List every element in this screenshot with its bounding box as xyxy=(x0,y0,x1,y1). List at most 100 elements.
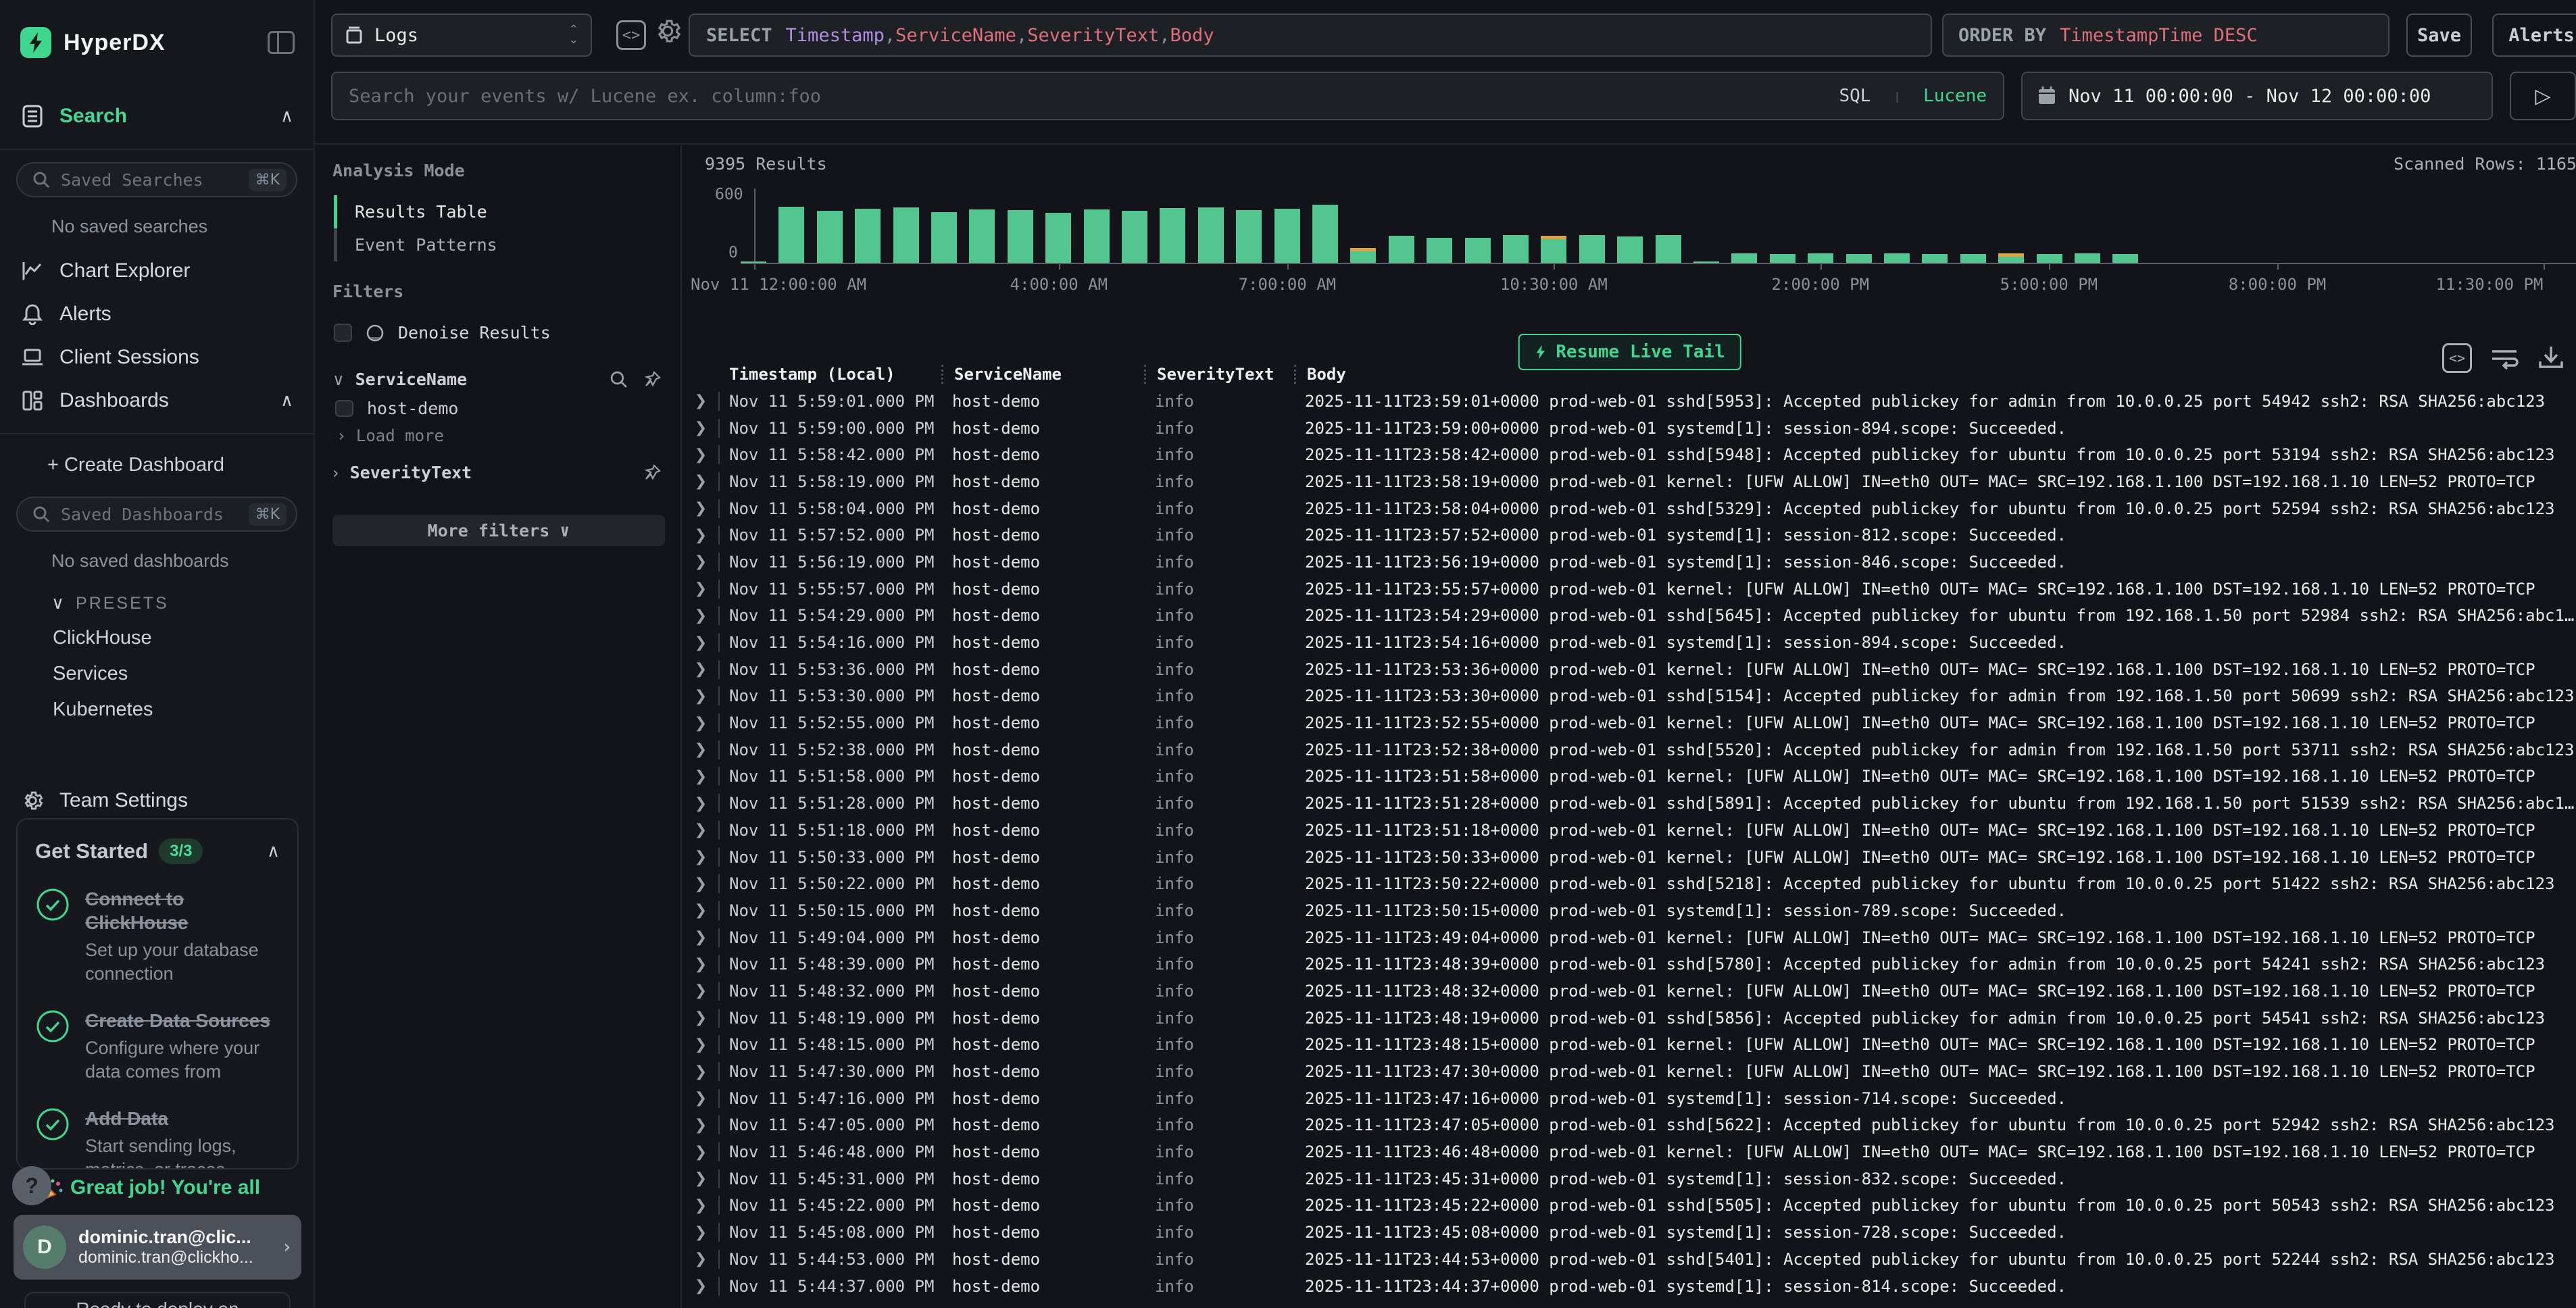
histogram-bar[interactable] xyxy=(1617,236,1643,263)
select-clause-input[interactable]: SELECT Timestamp,ServiceName,SeverityTex… xyxy=(689,14,1932,57)
table-row[interactable]: ❯Nov 11 5:47:05.000 PMhost-demoinfo2025-… xyxy=(683,1112,2576,1139)
column-header-servicename[interactable]: ServiceName xyxy=(941,365,1144,384)
table-row[interactable]: ❯Nov 11 5:55:57.000 PMhost-demoinfo2025-… xyxy=(683,576,2576,603)
chevron-up-icon[interactable]: ∧ xyxy=(267,841,280,861)
presets-section-toggle[interactable]: ∨ PRESETS xyxy=(0,584,314,620)
more-filters-button[interactable]: More filters ∨ xyxy=(332,515,665,546)
histogram-bar[interactable] xyxy=(2112,254,2138,263)
sidebar-item-dashboards[interactable]: Dashboards ∧ xyxy=(0,379,314,422)
table-row[interactable]: ❯Nov 11 5:52:55.000 PMhost-demoinfo2025-… xyxy=(683,709,2576,736)
table-row[interactable]: ❯Nov 11 5:53:30.000 PMhost-demoinfo2025-… xyxy=(683,683,2576,710)
histogram-bar[interactable] xyxy=(1084,209,1110,263)
events-histogram[interactable]: 6000Nov 11 12:00:00 AM4:00:00 AM7:00:00 … xyxy=(683,162,2576,305)
table-row[interactable]: ❯Nov 11 5:51:18.000 PMhost-demoinfo2025-… xyxy=(683,817,2576,844)
table-row[interactable]: ❯Nov 11 5:51:28.000 PMhost-demoinfo2025-… xyxy=(683,790,2576,817)
get-started-item[interactable]: Create Data SourcesConfigure where your … xyxy=(35,1009,280,1084)
sidebar-item-alerts[interactable]: Alerts xyxy=(0,293,314,336)
table-row[interactable]: ❯Nov 11 5:58:19.000 PMhost-demoinfo2025-… xyxy=(683,468,2576,495)
sidebar-item-chart-explorer[interactable]: Chart Explorer xyxy=(0,249,314,293)
orderby-clause-input[interactable]: ORDER BY TimestampTime DESC xyxy=(1942,14,2389,57)
histogram-bar[interactable] xyxy=(1122,211,1147,263)
row-expand-chevron-icon[interactable]: ❯ xyxy=(683,500,718,517)
histogram-bar[interactable] xyxy=(893,207,919,263)
histogram-bar[interactable] xyxy=(2037,254,2062,263)
code-mode-icon[interactable]: <> xyxy=(616,20,646,50)
histogram-bar[interactable] xyxy=(1427,238,1452,263)
row-expand-chevron-icon[interactable]: ❯ xyxy=(683,1090,718,1107)
histogram-bar[interactable] xyxy=(1008,210,1033,263)
histogram-bar[interactable] xyxy=(1693,261,1719,263)
row-expand-chevron-icon[interactable]: ❯ xyxy=(683,1197,718,1214)
row-expand-chevron-icon[interactable]: ❯ xyxy=(683,473,718,490)
facet-value-host-demo[interactable]: host-demo xyxy=(335,399,662,418)
sidebar-item-team-settings[interactable]: Team Settings xyxy=(0,779,314,822)
row-expand-chevron-icon[interactable]: ❯ xyxy=(683,661,718,678)
row-expand-chevron-icon[interactable]: ❯ xyxy=(683,1063,718,1080)
table-row[interactable]: ❯Nov 11 5:46:48.000 PMhost-demoinfo2025-… xyxy=(683,1138,2576,1165)
row-expand-chevron-icon[interactable]: ❯ xyxy=(683,420,718,436)
facet-value-checkbox[interactable] xyxy=(335,400,353,417)
analysis-mode-results-table[interactable]: Results Table xyxy=(334,195,662,228)
table-row[interactable]: ❯Nov 11 5:53:36.000 PMhost-demoinfo2025-… xyxy=(683,656,2576,683)
table-row[interactable]: ❯Nov 11 5:50:15.000 PMhost-demoinfo2025-… xyxy=(683,897,2576,924)
table-row[interactable]: ❯Nov 11 5:57:52.000 PMhost-demoinfo2025-… xyxy=(683,522,2576,549)
histogram-bar[interactable] xyxy=(1731,253,1757,263)
row-expand-chevron-icon[interactable]: ❯ xyxy=(683,1170,718,1187)
row-expand-chevron-icon[interactable]: ❯ xyxy=(683,1224,718,1241)
help-button[interactable]: ? xyxy=(12,1166,51,1205)
get-started-item[interactable]: Connect to ClickHouseSet up your databas… xyxy=(35,887,280,986)
histogram-bar[interactable] xyxy=(1503,235,1529,263)
row-expand-chevron-icon[interactable]: ❯ xyxy=(683,876,718,892)
user-menu[interactable]: D dominic.tran@clic... dominic.tran@clic… xyxy=(14,1215,301,1280)
histogram-bar[interactable] xyxy=(855,209,881,263)
row-expand-chevron-icon[interactable]: ❯ xyxy=(683,1278,718,1294)
row-expand-chevron-icon[interactable]: ❯ xyxy=(683,768,718,785)
table-row[interactable]: ❯Nov 11 5:54:29.000 PMhost-demoinfo2025-… xyxy=(683,603,2576,630)
row-expand-chevron-icon[interactable]: ❯ xyxy=(683,741,718,758)
histogram-bar[interactable] xyxy=(1960,254,1986,263)
analysis-mode-event-patterns[interactable]: Event Patterns xyxy=(334,228,662,261)
table-row[interactable]: ❯Nov 11 5:44:53.000 PMhost-demoinfo2025-… xyxy=(683,1246,2576,1273)
table-row[interactable]: ❯Nov 11 5:58:04.000 PMhost-demoinfo2025-… xyxy=(683,495,2576,522)
facet-severitytext[interactable]: ›SeverityText xyxy=(332,463,662,482)
language-toggle-lucene[interactable]: Lucene xyxy=(1923,86,1987,106)
histogram-bar[interactable] xyxy=(1846,254,1872,263)
table-row[interactable]: ❯Nov 11 5:47:16.000 PMhost-demoinfo2025-… xyxy=(683,1085,2576,1112)
table-row[interactable]: ❯Nov 11 5:45:31.000 PMhost-demoinfo2025-… xyxy=(683,1165,2576,1192)
histogram-bar[interactable] xyxy=(817,211,843,263)
language-toggle-sql[interactable]: SQL xyxy=(1839,86,1871,106)
date-range-picker[interactable]: Nov 11 00:00:00 - Nov 12 00:00:00 xyxy=(2021,72,2493,120)
pin-icon[interactable] xyxy=(643,463,662,482)
row-expand-chevron-icon[interactable]: ❯ xyxy=(683,715,718,732)
table-row[interactable]: ❯Nov 11 5:45:08.000 PMhost-demoinfo2025-… xyxy=(683,1219,2576,1246)
histogram-bar[interactable] xyxy=(1998,253,2024,263)
sidebar-item-client-sessions[interactable]: Client Sessions xyxy=(0,336,314,379)
create-dashboard-button[interactable]: + Create Dashboard xyxy=(0,445,314,484)
table-row[interactable]: ❯Nov 11 5:59:01.000 PMhost-demoinfo2025-… xyxy=(683,388,2576,415)
row-expand-chevron-icon[interactable]: ❯ xyxy=(683,1144,718,1161)
facet-load-more[interactable]: › Load more xyxy=(337,426,662,445)
table-row[interactable]: ❯Nov 11 5:51:58.000 PMhost-demoinfo2025-… xyxy=(683,763,2576,790)
table-row[interactable]: ❯Nov 11 5:44:37.000 PMhost-demoinfo2025-… xyxy=(683,1273,2576,1300)
facet-servicename[interactable]: ∨ServiceName xyxy=(332,370,662,389)
histogram-bar[interactable] xyxy=(2075,253,2100,263)
row-expand-chevron-icon[interactable]: ❯ xyxy=(683,607,718,624)
histogram-bar[interactable] xyxy=(931,212,957,263)
table-row[interactable]: ❯Nov 11 5:48:15.000 PMhost-demoinfo2025-… xyxy=(683,1032,2576,1059)
histogram-bar[interactable] xyxy=(1770,254,1795,263)
sidebar-collapse-icon[interactable] xyxy=(268,31,295,54)
histogram-bar[interactable] xyxy=(1656,235,1681,263)
histogram-bar[interactable] xyxy=(1465,238,1491,263)
histogram-bar[interactable] xyxy=(1922,254,1948,263)
denoise-results-toggle[interactable]: Denoise Results xyxy=(334,323,662,343)
column-header-severitytext[interactable]: SeverityText xyxy=(1144,365,1294,384)
row-expand-chevron-icon[interactable]: ❯ xyxy=(683,929,718,946)
row-expand-chevron-icon[interactable]: ❯ xyxy=(683,822,718,838)
histogram-bar[interactable] xyxy=(1579,235,1605,263)
histogram-bar[interactable] xyxy=(1198,207,1224,263)
histogram-bar[interactable] xyxy=(1045,213,1071,263)
table-row[interactable]: ❯Nov 11 5:56:19.000 PMhost-demoinfo2025-… xyxy=(683,549,2576,576)
sidebar-item-preset-services[interactable]: Services xyxy=(0,656,314,692)
histogram-bar[interactable] xyxy=(1160,208,1185,263)
row-expand-chevron-icon[interactable]: ❯ xyxy=(683,1251,718,1267)
